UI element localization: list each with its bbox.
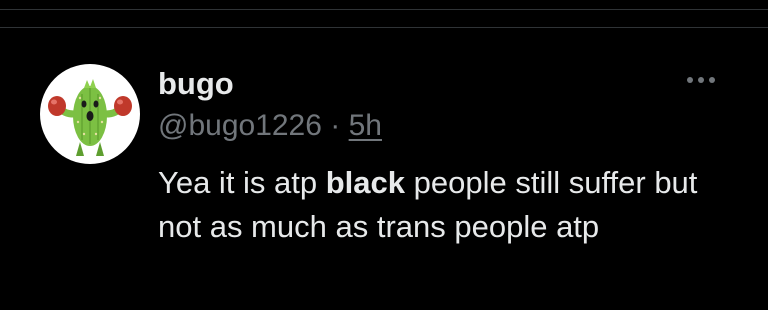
tweet-meta: @bugo1226 · 5h: [158, 108, 382, 144]
more-dots-icon: [698, 77, 704, 83]
meta-separator: ·: [330, 109, 341, 142]
tweet[interactable]: bugo @bugo1226 · 5h Yea it is atp black …: [0, 28, 768, 310]
display-name[interactable]: bugo: [158, 66, 234, 102]
tweet-text-part-1: Yea it is atp: [158, 165, 326, 200]
tweet-text: Yea it is atp black people still suffer …: [158, 161, 718, 249]
timestamp-link[interactable]: 5h: [349, 109, 382, 142]
cactuar-boxer-avatar-icon: [48, 79, 132, 156]
more-options-button[interactable]: [680, 68, 722, 92]
more-dots-icon: [709, 77, 715, 83]
tweet-text-bold: black: [325, 165, 406, 200]
avatar[interactable]: [40, 64, 140, 164]
header-divider: [0, 9, 768, 10]
more-dots-icon: [687, 77, 693, 83]
handle[interactable]: @bugo1226: [158, 109, 322, 142]
